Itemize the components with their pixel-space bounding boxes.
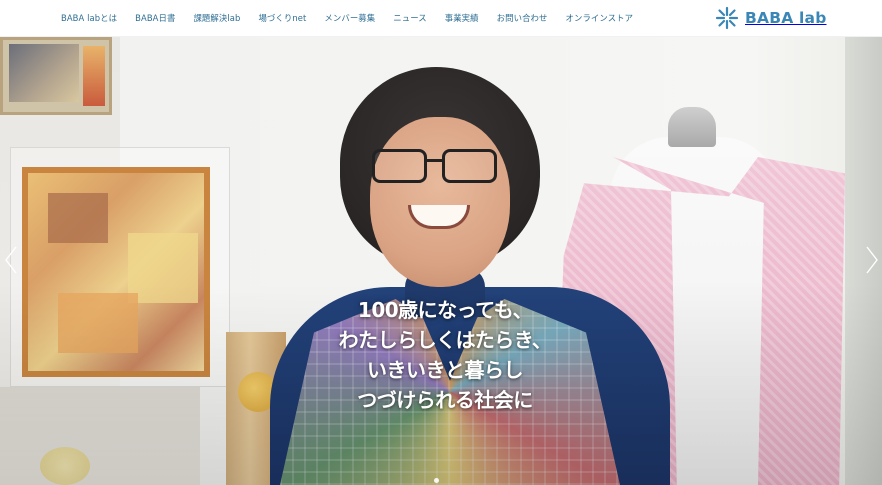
main-nav: BABA labとは BABA日書 課題解決lab 場づくりnet メンバー募集… xyxy=(61,12,651,24)
slider-dot[interactable] xyxy=(434,478,439,483)
headline-line: わたしらしくはたらき、 xyxy=(338,328,552,352)
nav-item-about[interactable]: BABA labとは xyxy=(61,12,117,24)
chevron-right-icon xyxy=(866,246,878,274)
chevron-left-icon xyxy=(5,246,17,274)
site-header: BABA labとは BABA日書 課題解決lab 場づくりnet メンバー募集… xyxy=(0,0,882,37)
nav-item-online-store[interactable]: オンラインストア xyxy=(566,12,634,24)
asterisk-logo-icon xyxy=(715,6,739,30)
headline-line: いきいきと暮らし xyxy=(367,358,524,382)
nav-item-community-net[interactable]: 場づくりnet xyxy=(258,12,306,24)
hero-headline: 100歳になっても、 わたしらしくはたらき、 いきいきと暮らし つづけられる社会… xyxy=(300,295,590,415)
headline-line: つづけられる社会に xyxy=(357,388,533,412)
hero-slider: 100歳になっても、 わたしらしくはたらき、 いきいきと暮らし つづけられる社会… xyxy=(0,37,882,485)
nav-item-diary[interactable]: BABA日書 xyxy=(135,12,175,24)
nav-item-works[interactable]: 事業実績 xyxy=(445,12,479,24)
logo-text: BABA lab xyxy=(745,9,827,27)
slider-prev-button[interactable] xyxy=(3,245,19,275)
nav-item-contact[interactable]: お問い合わせ xyxy=(497,12,548,24)
nav-item-solution-lab[interactable]: 課題解決lab xyxy=(193,12,240,24)
site-logo[interactable]: BABA lab xyxy=(715,6,826,30)
hero-overlay xyxy=(0,37,882,485)
slider-next-button[interactable] xyxy=(864,245,880,275)
nav-item-member-recruit[interactable]: メンバー募集 xyxy=(324,12,375,24)
nav-item-news[interactable]: ニュース xyxy=(393,12,426,24)
headline-line: 100歳になっても、 xyxy=(357,298,533,322)
